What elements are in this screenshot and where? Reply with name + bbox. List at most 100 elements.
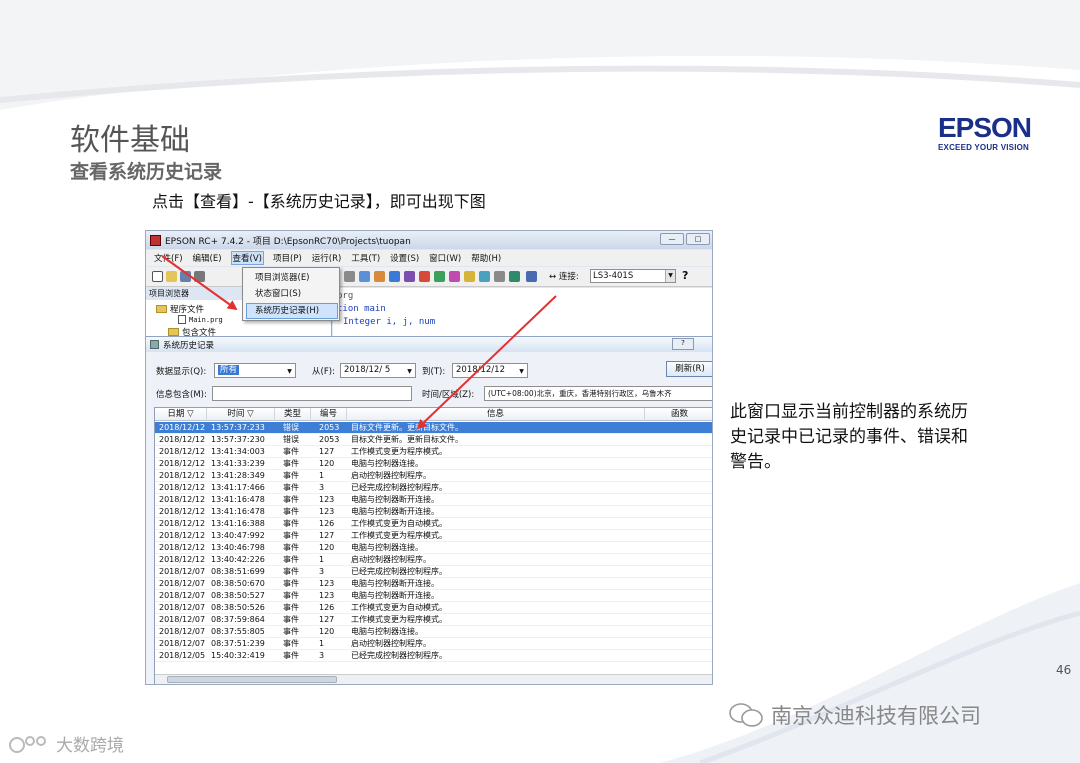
column-header-time[interactable]: 时间 ▽ (207, 408, 275, 421)
save-icon[interactable] (180, 271, 191, 282)
table-row[interactable]: 2018/12/12 13:41:28:349 事件 1 启动控制器控制程序。 (155, 470, 712, 482)
menu-file[interactable]: 文件(F) (154, 252, 183, 264)
menu-project[interactable]: 项目(P) (273, 252, 302, 264)
table-cell: 3 (319, 567, 325, 576)
table-cell: 2018/12/07 (159, 579, 206, 588)
menu-window[interactable]: 窗口(W) (429, 252, 461, 264)
menu-view[interactable]: 查看(V) (230, 251, 265, 265)
column-header-function[interactable]: 函数 (645, 408, 712, 421)
table-row[interactable]: 2018/12/12 13:40:47:992 事件 127 工作模式变更为程序模式。 (155, 530, 712, 542)
table-cell: 2018/12/12 (159, 471, 206, 480)
menu-help[interactable]: 帮助(H) (471, 252, 501, 264)
table-row[interactable]: 2018/12/07 08:38:50:670 事件 123 电脑与控制器断开连接。 (155, 578, 712, 590)
from-date-select[interactable]: 2018/12/ 5 ▼ (340, 363, 416, 378)
app-titlebar: EPSON RC+ 7.4.2 - 项目 D:\EpsonRC70\Projec… (146, 231, 712, 249)
table-cell: 15:40:32:419 (211, 651, 265, 660)
table-row[interactable]: 2018/12/07 08:37:55:805 事件 120 电脑与控制器连接。 (155, 626, 712, 638)
history-title: 系统历史记录 (163, 340, 215, 351)
wechat-icon (729, 703, 763, 727)
folder-icon (156, 305, 167, 313)
toolbar-icon[interactable] (434, 271, 445, 282)
history-titlebar: 系统历史记录 ? (146, 337, 712, 352)
table-cell: 目标文件更新。更新目标文件。 (351, 423, 463, 432)
tree-item-programs[interactable]: 程序文件 (156, 303, 204, 315)
menu-run[interactable]: 运行(R) (312, 252, 342, 264)
toolbar-icon[interactable] (359, 271, 370, 282)
table-cell: 错误 (283, 435, 299, 444)
toolbar-icon[interactable] (494, 271, 505, 282)
menu-setup[interactable]: 设置(S) (390, 252, 419, 264)
maximize-button[interactable]: □ (686, 233, 710, 245)
table-row[interactable]: 2018/12/07 08:37:59:864 事件 127 工作模式变更为程序模式。 (155, 614, 712, 626)
decorative-swoosh-top (0, 0, 1080, 110)
minimize-button[interactable]: — (660, 233, 684, 245)
toolbar-icon[interactable] (404, 271, 415, 282)
toolbar-icon[interactable] (526, 271, 537, 282)
table-cell: 08:38:50:670 (211, 579, 265, 588)
refresh-button[interactable]: 刷新(R) (666, 361, 712, 377)
table-cell: 工作模式变更为自动模式。 (351, 519, 447, 528)
column-header-type[interactable]: 类型 (275, 408, 311, 421)
toolbar-icon[interactable] (419, 271, 430, 282)
print-icon[interactable] (194, 271, 205, 282)
table-cell: 事件 (283, 555, 299, 564)
table-row[interactable]: 2018/12/12 13:40:42:226 事件 1 启动控制器控制程序。 (155, 554, 712, 566)
table-row[interactable]: 2018/12/12 13:57:37:233 错误 2053 目标文件更新。更新目标文… (155, 422, 712, 434)
table-cell: 2053 (319, 435, 340, 444)
table-cell: 启动控制器控制程序。 (351, 471, 431, 480)
table-row[interactable]: 2018/12/12 13:41:17:466 事件 3 已经完成控制器控制程序。 (155, 482, 712, 494)
display-label: 数据显示(Q): (156, 367, 207, 377)
help-button[interactable]: ? (672, 338, 694, 350)
toolbar-icon[interactable] (374, 271, 385, 282)
connection-select[interactable]: LS3-401S ▼ (590, 269, 676, 283)
toolbar-icon[interactable] (344, 271, 355, 282)
table-row[interactable]: 2018/12/12 13:41:16:478 事件 123 电脑与控制器断开连接。 (155, 506, 712, 518)
table-row[interactable]: 2018/12/12 13:41:33:239 事件 120 电脑与控制器连接。 (155, 458, 712, 470)
table-cell: 2018/12/12 (159, 483, 206, 492)
info-contains-input[interactable] (212, 386, 412, 401)
code-editor[interactable]: prg tion main Integer i, j, num (333, 288, 712, 336)
table-cell: 已经完成控制器控制程序。 (351, 483, 447, 492)
table-row[interactable]: 2018/12/12 13:41:34:003 事件 127 工作模式变更为程序模式。 (155, 446, 712, 458)
column-header-number[interactable]: 编号 (311, 408, 347, 421)
table-row[interactable]: 2018/12/12 13:40:46:798 事件 120 电脑与控制器连接。 (155, 542, 712, 554)
table-row[interactable]: 2018/12/07 08:38:51:699 事件 3 已经完成控制器控制程序。 (155, 566, 712, 578)
menu-item-system-history[interactable]: 系统历史记录(H) (246, 303, 338, 319)
horizontal-scrollbar[interactable] (155, 674, 712, 684)
toolbar-icon[interactable] (479, 271, 490, 282)
column-header-date[interactable]: 日期 ▽ (155, 408, 207, 421)
toolbar-icon[interactable] (509, 271, 520, 282)
toolbar-icon[interactable] (464, 271, 475, 282)
column-header-info[interactable]: 信息 (347, 408, 645, 421)
chevron-down-icon: ▼ (519, 368, 524, 375)
system-history-window: 系统历史记录 ? 数据显示(Q): 所有 ▼ 从(F): 2018/12/ 5 … (146, 336, 712, 684)
display-filter-select[interactable]: 所有 ▼ (214, 363, 296, 378)
table-row[interactable]: 2018/12/12 13:41:16:388 事件 126 工作模式变更为自动模式。 (155, 518, 712, 530)
to-date-select[interactable]: 2018/12/12 ▼ (452, 363, 528, 378)
new-file-icon[interactable] (152, 271, 163, 282)
toolbar-icon[interactable] (389, 271, 400, 282)
table-row[interactable]: 2018/12/07 08:38:50:527 事件 123 电脑与控制器断开连接。 (155, 590, 712, 602)
table-cell: 2018/12/07 (159, 627, 206, 636)
table-row[interactable]: 2018/12/12 13:41:16:478 事件 123 电脑与控制器断开连接。 (155, 494, 712, 506)
table-cell: 08:37:51:239 (211, 639, 265, 648)
timezone-select[interactable]: (UTC+08:00)北京，重庆，香港特别行政区，乌鲁木齐 (484, 386, 712, 401)
table-cell: 事件 (283, 579, 299, 588)
scrollbar-thumb[interactable] (167, 676, 337, 683)
menu-edit[interactable]: 编辑(E) (193, 252, 222, 264)
table-row[interactable]: 2018/12/07 08:37:51:239 事件 1 启动控制器控制程序。 (155, 638, 712, 650)
table-cell: 13:41:16:478 (211, 507, 265, 516)
table-row[interactable]: 2018/12/07 08:38:50:526 事件 126 工作模式变更为自动模式。 (155, 602, 712, 614)
toolbar-icon[interactable] (449, 271, 460, 282)
open-folder-icon[interactable] (166, 271, 177, 282)
tree-item-main-prg[interactable]: Main.prg (178, 315, 223, 324)
menu-item-status-window[interactable]: 状态窗口(S) (247, 287, 337, 301)
menu-item-project-explorer[interactable]: 项目浏览器(E) (247, 271, 337, 285)
menu-tools[interactable]: 工具(T) (351, 252, 380, 264)
table-cell: 13:41:17:466 (211, 483, 265, 492)
code-line: Integer i, j, num (343, 317, 436, 327)
table-row[interactable]: 2018/12/05 15:40:32:419 事件 3 已经完成控制器控制程序。 (155, 650, 712, 662)
brand-logo-icon (9, 735, 46, 753)
table-row[interactable]: 2018/12/12 13:57:37:230 错误 2053 目标文件更新。更新目标文… (155, 434, 712, 446)
help-icon[interactable]: ? (682, 269, 688, 282)
